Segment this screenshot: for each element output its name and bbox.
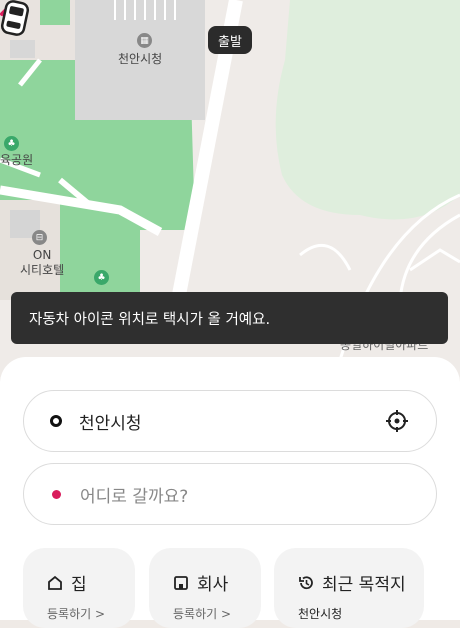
shortcut-recent[interactable]: 최근 목적지 천안시청 xyxy=(274,548,424,628)
home-icon xyxy=(48,575,62,590)
shortcut-work-label: 회사 xyxy=(197,575,229,595)
hotel-icon: ⊟ xyxy=(32,230,47,245)
origin-dot-icon xyxy=(50,415,62,427)
map-label-park: 육공원 xyxy=(0,153,34,167)
shortcut-home[interactable]: 집 등록하기 > xyxy=(23,548,135,628)
building-icon xyxy=(174,575,188,590)
origin-value: 천안시청 xyxy=(79,413,142,434)
map-label-city-hall: 천안시청 xyxy=(118,52,163,66)
shortcut-work-sub: 등록하기 > xyxy=(173,607,232,621)
hotel-name-line2: 시티호텔 xyxy=(20,263,65,277)
map-label-hotel: ON 시티호텔 xyxy=(20,248,64,278)
park-icon: ♣ xyxy=(4,136,19,151)
toast-text: 자동차 아이콘 위치로 택시가 올 거예요. xyxy=(29,311,271,328)
destination-field[interactable]: 어디로 갈까요? xyxy=(23,463,437,525)
origin-field[interactable]: 천안시청 xyxy=(23,390,437,452)
shortcut-work[interactable]: 회사 등록하기 > xyxy=(149,548,261,628)
history-icon xyxy=(299,575,313,589)
car-icon[interactable] xyxy=(0,0,30,36)
shortcut-home-label: 집 xyxy=(71,575,87,595)
destination-dot-icon xyxy=(52,489,61,499)
park-icon-2: ♣ xyxy=(94,270,109,285)
toast-message: 자동차 아이콘 위치로 택시가 올 거예요. xyxy=(11,292,448,344)
shortcut-recent-label: 최근 목적지 xyxy=(322,575,406,595)
depart-tag: 출발 xyxy=(208,26,252,54)
shortcut-home-sub: 등록하기 > xyxy=(47,607,106,621)
shortcut-recent-sub: 천안시청 xyxy=(298,607,343,621)
hotel-name-line1: ON xyxy=(32,248,52,262)
city-hall-icon: ▦ xyxy=(137,33,152,48)
destination-placeholder: 어디로 갈까요? xyxy=(80,486,189,507)
target-icon[interactable] xyxy=(386,410,408,432)
